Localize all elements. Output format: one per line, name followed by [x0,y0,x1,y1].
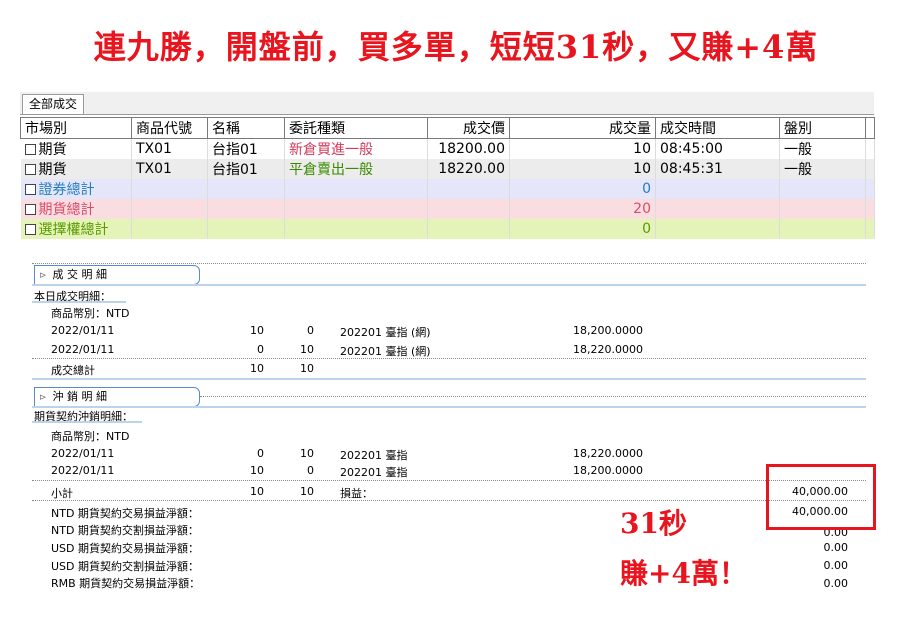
offset-detail-header[interactable]: ⊳ 沖 銷 明 細 [34,387,200,407]
price-cell: 18200.00 [427,138,510,159]
col-header-name[interactable]: 名稱 [207,117,285,139]
section-bar [32,406,866,408]
order-type-cell: 新倉買進一般 [284,138,428,159]
annotation-profit: 賺+4萬！ [620,557,747,590]
col-header-order-type[interactable]: 委託種類 [284,117,428,139]
col-header-session[interactable]: 盤別 [779,117,866,139]
name-cell: 台指01 [207,159,285,179]
headline-banner: 連九勝，開盤前，買多單，短短31秒，又賺+4萬 [93,28,819,66]
expand-arrow-icon: ⊳ [39,393,47,403]
total-qty-cell: 0 [509,179,656,199]
row-checkbox[interactable] [24,164,36,175]
divider [200,396,866,397]
title-underline [32,421,142,423]
divider [32,263,866,264]
section-bar [32,284,866,286]
options-total-row[interactable]: 選擇權總計 0 [20,219,875,239]
total-qty-cell: 20 [509,199,656,219]
title-underline [32,301,126,303]
price-cell: 18220.00 [427,159,510,179]
table-row[interactable]: 期貨 TX01 台指01 平倉賣出一般 18220.00 10 08:45:31… [20,159,875,179]
session-cell: 一般 [779,159,866,179]
trade-grid: 市場別 商品代號 名稱 委託種類 成交價 成交量 成交時間 盤別 期貨 TX01… [20,117,875,239]
divider [32,480,866,481]
divider [32,500,866,501]
code-cell: TX01 [131,138,208,159]
qty-cell: 10 [509,159,656,179]
tab-all-trades[interactable]: 全部成交 [22,94,85,114]
section-bar [32,378,866,380]
name-cell: 台指01 [207,138,285,159]
row-checkbox[interactable] [24,224,36,235]
col-header-filler [865,117,875,139]
market-cell: 期貨 [20,159,132,179]
total-qty-cell: 0 [509,219,656,239]
row-checkbox[interactable] [24,184,36,195]
time-cell: 08:45:31 [655,159,780,179]
market-cell: 期貨 [20,138,132,159]
highlight-box [766,464,876,530]
grid-header-row: 市場別 商品代號 名稱 委託種類 成交價 成交量 成交時間 盤別 [20,117,875,139]
divider [32,358,866,359]
col-header-market[interactable]: 市場別 [20,117,132,139]
session-cell: 一般 [779,138,866,159]
currency-label: 商品幣別：NTD [51,307,130,320]
col-header-price[interactable]: 成交價 [427,117,510,139]
col-header-time[interactable]: 成交時間 [655,117,780,139]
trade-grid-window: 全部成交 市場別 商品代號 名稱 委託種類 成交價 成交量 成交時間 盤別 期貨… [20,92,875,242]
code-cell: TX01 [131,159,208,179]
securities-total-row[interactable]: 證券總計 0 [20,179,875,199]
order-type-cell: 平倉賣出一般 [284,159,428,179]
qty-cell: 10 [509,138,656,159]
row-checkbox[interactable] [24,204,36,215]
expand-arrow-icon: ⊳ [39,271,47,281]
tab-strip: 全部成交 [20,92,874,115]
row-checkbox[interactable] [24,144,36,155]
col-header-code[interactable]: 商品代號 [131,117,208,139]
time-cell: 08:45:00 [655,138,780,159]
trade-detail-header[interactable]: ⊳ 成 交 明 細 [34,265,200,285]
annotation-seconds: 31秒 [620,507,687,540]
table-row[interactable]: 期貨 TX01 台指01 新倉買進一般 18200.00 10 08:45:00… [20,138,875,159]
futures-total-row[interactable]: 期貨總計 20 [20,199,875,219]
col-header-qty[interactable]: 成交量 [509,117,656,139]
pl-label: 損益： [340,487,373,500]
currency-label: 商品幣別：NTD [51,430,130,443]
